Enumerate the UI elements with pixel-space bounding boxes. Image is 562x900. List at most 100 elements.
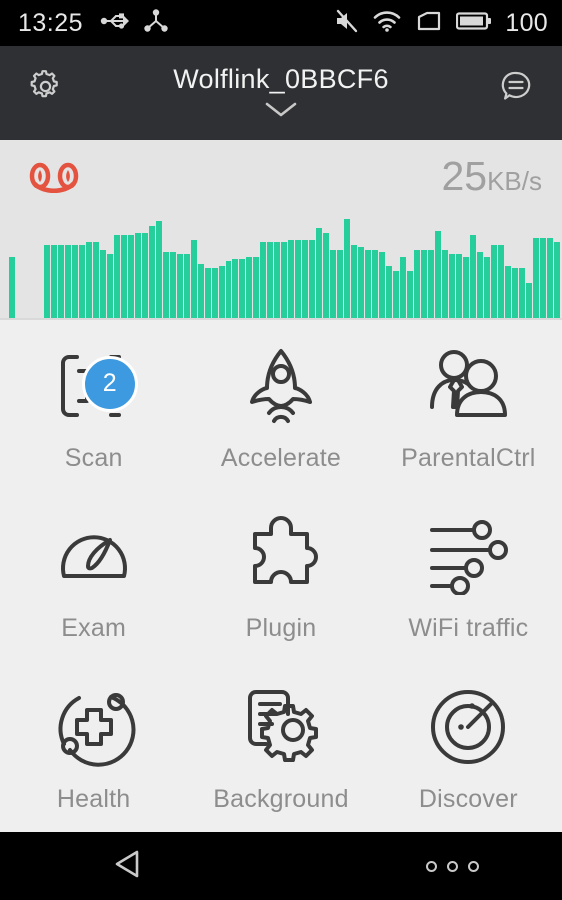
chart-bar (554, 242, 560, 318)
document-gear-icon (233, 681, 329, 773)
feature-tile-parentalctrl[interactable]: ParentalCtrl (375, 320, 562, 491)
feature-tile-label: Health (57, 787, 130, 812)
chart-bar (547, 238, 553, 318)
chart-bar (253, 257, 259, 318)
chevron-down-icon[interactable] (264, 101, 298, 124)
feature-tile-label: WiFi traffic (408, 616, 528, 641)
speed-unit: KB/s (487, 166, 542, 196)
chart-bar (86, 242, 92, 318)
chart-bar (351, 245, 357, 318)
feature-tile-exam[interactable]: Exam (0, 491, 187, 662)
chart-bar (93, 242, 99, 318)
feature-tile-accelerate[interactable]: Accelerate (187, 320, 374, 491)
rocket-icon (233, 340, 329, 432)
health-cross-orbit-icon (46, 681, 142, 773)
chart-bar (142, 233, 148, 318)
chart-bar (156, 221, 162, 318)
chart-bar (100, 250, 106, 318)
overflow-menu-button[interactable] (426, 861, 479, 872)
chart-bar (498, 245, 504, 318)
chart-bar (149, 226, 155, 318)
chart-bar (232, 259, 238, 318)
chart-bar (163, 252, 169, 318)
chart-bar (414, 250, 420, 318)
messages-button[interactable] (494, 66, 538, 110)
chart-bar (246, 257, 252, 318)
status-right-icons: 100 (333, 8, 548, 39)
chart-bar (191, 240, 197, 318)
chart-bar (386, 266, 392, 318)
traffic-bar-chart (0, 200, 562, 320)
chart-bar (79, 245, 85, 318)
chart-bar (309, 240, 315, 318)
chart-bar (267, 242, 273, 318)
feature-tile-label: Accelerate (221, 446, 341, 471)
usb-icon (99, 10, 129, 37)
sliders-icon (420, 510, 516, 602)
chart-bar (260, 242, 266, 318)
chart-bar (407, 271, 413, 318)
router-title-group[interactable]: Wolflink_0BBCF6 (68, 64, 494, 124)
wolflink-logo-icon (27, 160, 81, 201)
chart-bar (484, 257, 490, 318)
feature-tile-discover[interactable]: Discover (375, 661, 562, 832)
back-triangle-icon (110, 844, 150, 889)
traffic-panel: 25KB/s (0, 140, 562, 320)
feature-tile-health[interactable]: Health (0, 661, 187, 832)
status-clock: 13:25 (18, 11, 83, 36)
gear-icon (26, 66, 66, 111)
chat-bubble-icon (496, 66, 536, 111)
chart-bar (400, 257, 406, 318)
share-nodes-icon (143, 9, 169, 38)
chart-bar (135, 233, 141, 318)
chart-bar (463, 257, 469, 318)
chart-bar (72, 245, 78, 318)
chart-bar (428, 250, 434, 318)
page-title: Wolflink_0BBCF6 (173, 64, 389, 95)
phone-screen: 13:25 (0, 0, 562, 900)
feature-tile-background[interactable]: Background (187, 661, 374, 832)
speedometer-icon (46, 510, 142, 602)
chart-bar (226, 261, 232, 318)
chart-bar (177, 254, 183, 318)
wifi-icon (372, 9, 402, 38)
chart-bar (239, 259, 245, 318)
chart-bar (477, 252, 483, 318)
overflow-dots-icon (447, 861, 458, 872)
android-nav-bar (0, 832, 562, 900)
feature-tile-plugin[interactable]: Plugin (187, 491, 374, 662)
feature-tile-wifi-traffic[interactable]: WiFi traffic (375, 491, 562, 662)
overflow-dots-icon (426, 861, 437, 872)
chart-bar (393, 271, 399, 318)
chart-bar (337, 250, 343, 318)
back-button[interactable] (110, 844, 150, 889)
chart-bar (316, 228, 322, 318)
chart-bar (9, 257, 15, 318)
status-bar: 13:25 (0, 0, 562, 46)
chart-bar (526, 283, 532, 318)
feature-tile-label: ParentalCtrl (401, 446, 535, 471)
chart-bar (107, 254, 113, 318)
chart-bar (449, 254, 455, 318)
chart-bar (219, 266, 225, 318)
chart-bar (212, 268, 218, 318)
feature-tile-label: Scan (65, 446, 123, 471)
feature-tile-scan[interactable]: 2 Scan (0, 320, 187, 491)
chart-bar (65, 245, 71, 318)
chart-bar (365, 250, 371, 318)
feature-grid: 2Scan Accelerate ParentalCtrl Exam P (0, 320, 562, 832)
chart-bar (51, 245, 57, 318)
chart-bar (198, 264, 204, 318)
chart-bar (379, 252, 385, 318)
status-left-icons (99, 9, 169, 38)
chart-bar (274, 242, 280, 318)
scan-frame-icon: 2 (46, 340, 142, 432)
chart-bar (205, 268, 211, 318)
speed-readout: 25KB/s (441, 156, 542, 197)
parental-users-icon (420, 340, 516, 432)
settings-button[interactable] (24, 66, 68, 110)
chart-bar (358, 247, 364, 318)
chart-bar (330, 250, 336, 318)
radar-icon (420, 681, 516, 773)
mute-icon (333, 8, 359, 39)
